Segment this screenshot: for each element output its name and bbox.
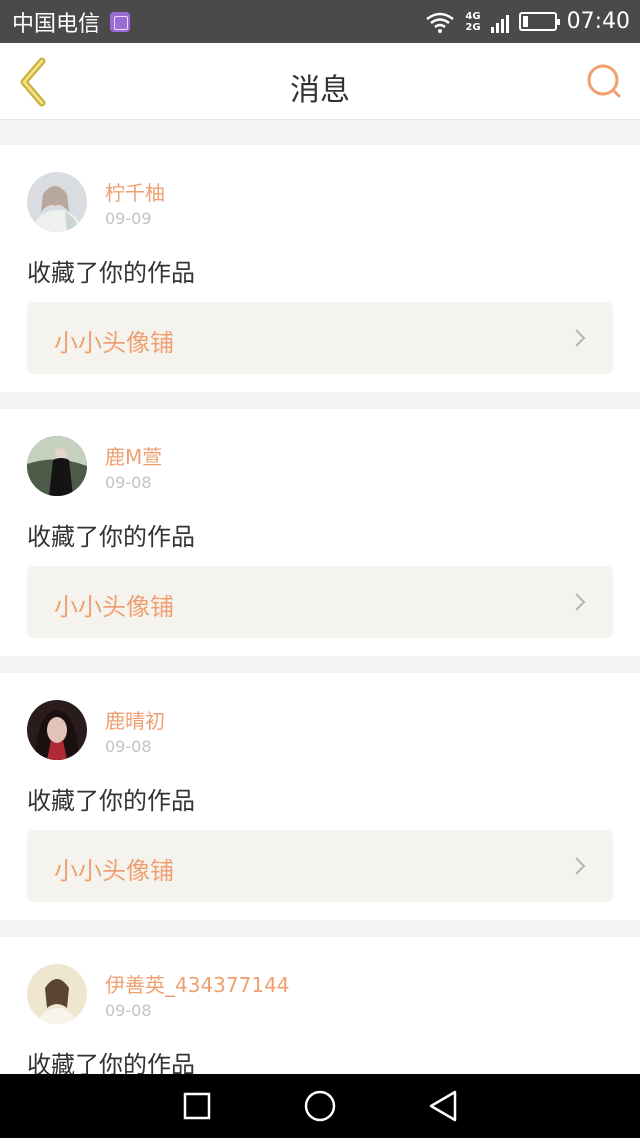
- avatar-image: [27, 436, 87, 496]
- avatar[interactable]: [27, 964, 87, 1024]
- work-title: 小小头像铺: [54, 857, 174, 885]
- message-text: 收藏了你的作品: [27, 523, 195, 551]
- message-date: 09-08: [105, 737, 152, 756]
- home-icon: [304, 1090, 336, 1122]
- system-nav-bar: [0, 1074, 640, 1138]
- avatar-image: [27, 172, 87, 232]
- avatar[interactable]: [27, 700, 87, 760]
- message-date: 09-09: [105, 209, 152, 228]
- status-right: 4G 2G 07:40: [425, 9, 630, 34]
- chevron-right-icon: [575, 329, 586, 347]
- wifi-icon: [426, 12, 455, 33]
- work-link[interactable]: 小小头像铺: [27, 302, 613, 374]
- back-icon: [430, 1090, 457, 1122]
- photo-icon: [110, 11, 131, 32]
- avatar-image: [27, 964, 87, 1024]
- message-card: 鹿晴初 09-08 收藏了你的作品 小小头像铺: [0, 673, 640, 920]
- clock: 07:40: [566, 9, 630, 34]
- message-text: 收藏了你的作品: [27, 787, 195, 815]
- message-date: 09-08: [105, 1001, 152, 1020]
- username[interactable]: 伊善英_434377144: [105, 969, 290, 998]
- work-title: 小小头像铺: [54, 329, 174, 357]
- username[interactable]: 鹿M萱: [105, 441, 162, 470]
- message-card: 柠千柚 09-09 收藏了你的作品 小小头像铺: [0, 145, 640, 392]
- app-header: 消息: [0, 43, 640, 120]
- search-icon: [587, 64, 621, 98]
- message-list: 柠千柚 09-09 收藏了你的作品 小小头像铺 鹿M萱 09-08 收藏了你的作…: [0, 128, 640, 1138]
- message-card: 鹿M萱 09-08 收藏了你的作品 小小头像铺: [0, 409, 640, 656]
- work-link[interactable]: 小小头像铺: [27, 566, 613, 638]
- message-date: 09-08: [105, 473, 152, 492]
- status-bar: 中国电信 4G 2G 07:40: [0, 0, 640, 43]
- back-nav-button[interactable]: [423, 1086, 463, 1126]
- work-link[interactable]: 小小头像铺: [27, 830, 613, 902]
- chevron-right-icon: [575, 857, 586, 875]
- phone-screen: 中国电信 4G 2G 07:40 消息 柠千柚 09-09 收藏了你的作品 小小…: [0, 0, 640, 1138]
- carrier-label: 中国电信: [12, 11, 101, 37]
- recent-apps-button[interactable]: [177, 1086, 217, 1126]
- work-title: 小小头像铺: [54, 593, 174, 621]
- username[interactable]: 柠千柚: [105, 177, 165, 206]
- avatar[interactable]: [27, 436, 87, 496]
- message-text: 收藏了你的作品: [27, 259, 195, 287]
- search-button[interactable]: [584, 61, 624, 101]
- network-type: 4G 2G: [465, 11, 480, 33]
- network-top-label: 4G: [465, 10, 481, 22]
- username[interactable]: 鹿晴初: [105, 705, 165, 734]
- page-title: 消息: [290, 73, 350, 108]
- home-button[interactable]: [300, 1086, 340, 1126]
- avatar-image: [27, 700, 87, 760]
- recent-apps-icon: [183, 1092, 210, 1120]
- status-left: 中国电信: [12, 6, 131, 38]
- avatar[interactable]: [27, 172, 87, 232]
- network-bottom-label: 2G: [465, 21, 481, 33]
- chevron-right-icon: [575, 593, 586, 611]
- signal-icon: [490, 11, 509, 33]
- battery-icon: [518, 12, 560, 31]
